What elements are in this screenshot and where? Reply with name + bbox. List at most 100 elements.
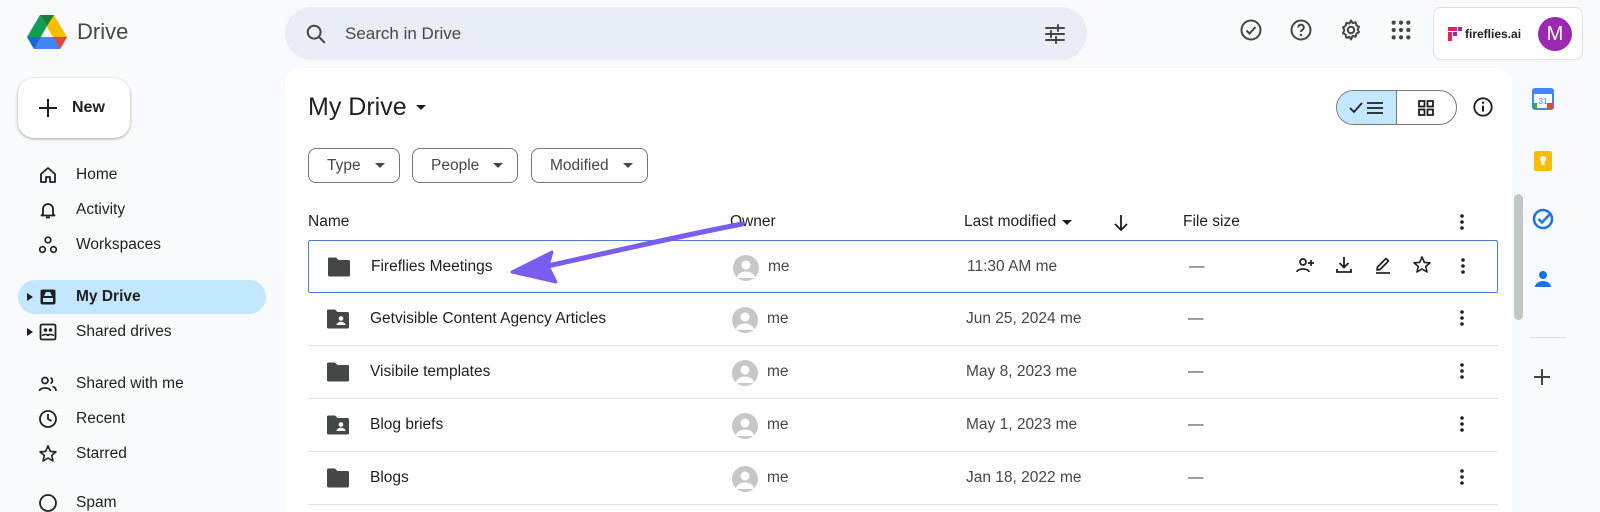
chevron-down-icon: [622, 163, 633, 168]
search-bar[interactable]: [285, 7, 1087, 60]
column-name[interactable]: Name: [308, 213, 349, 231]
sidebar-item-workspaces[interactable]: Workspaces: [18, 228, 266, 262]
sidebar-item-label: Activity: [76, 201, 126, 218]
sidebar-item-label: Home: [76, 166, 118, 183]
new-button-label: New: [72, 99, 105, 116]
filter-label: Type: [327, 156, 361, 174]
keep-icon[interactable]: [1532, 150, 1554, 172]
grid-icon: [1418, 99, 1435, 116]
file-size: —: [1189, 258, 1205, 275]
sidebar-item-my-drive[interactable]: My Drive: [18, 280, 266, 314]
table-row[interactable]: Fireflies Meetings me 11:30 AM me —: [308, 240, 1498, 293]
filter-label: Modified: [550, 156, 609, 174]
more-vert-icon[interactable]: [1452, 361, 1472, 381]
sidebar-item-starred[interactable]: Starred: [18, 437, 266, 471]
last-modified: Jun 25, 2024 me: [966, 310, 1082, 327]
search-input[interactable]: [345, 23, 1043, 44]
page-title-text: My Drive: [308, 93, 407, 121]
owner-name: me: [767, 469, 789, 486]
more-vert-icon[interactable]: [1453, 256, 1473, 276]
app-name: Drive: [77, 19, 129, 44]
column-last-modified[interactable]: Last modified: [964, 213, 1073, 231]
my-drive-icon: [40, 289, 56, 305]
check-icon: [1349, 101, 1363, 113]
last-modified: Jan 18, 2022 me: [966, 469, 1082, 486]
sidebar-item-spam[interactable]: Spam: [18, 486, 266, 512]
new-button[interactable]: New: [18, 78, 130, 138]
view-toggle: [1336, 90, 1457, 125]
sidebar-item-shared-with-me[interactable]: Shared with me: [18, 367, 266, 401]
settings-icon[interactable]: [1338, 17, 1364, 43]
svg-text:31: 31: [1539, 97, 1548, 106]
search-icon[interactable]: [305, 23, 327, 45]
file-name: Blog briefs: [370, 416, 444, 433]
more-vert-icon[interactable]: [1452, 212, 1472, 232]
filter-type[interactable]: Type: [308, 148, 400, 183]
last-modified: May 1, 2023 me: [966, 416, 1078, 433]
account-switcher[interactable]: fireflies.ai M: [1433, 7, 1583, 60]
home-icon: [40, 167, 56, 183]
caret-right-icon[interactable]: [27, 293, 33, 301]
file-name: Blogs: [370, 469, 409, 486]
contacts-icon[interactable]: [1532, 268, 1554, 290]
star-icon[interactable]: [1412, 255, 1432, 275]
apps-grid-icon[interactable]: [1388, 17, 1414, 43]
table-row[interactable]: Visibile templates me May 8, 2023 me —: [308, 346, 1498, 399]
share-icon[interactable]: [1295, 255, 1315, 275]
shared-folder-icon: [327, 309, 349, 329]
owner-avatar: [732, 413, 758, 439]
search-options-icon[interactable]: [1043, 22, 1067, 46]
page-title[interactable]: My Drive: [308, 93, 427, 122]
list-view-button[interactable]: [1337, 91, 1397, 124]
tasks-icon[interactable]: [1532, 208, 1554, 230]
drive-logo[interactable]: Drive: [27, 14, 128, 50]
grid-view-button[interactable]: [1397, 91, 1457, 124]
bell-icon: [40, 203, 56, 219]
chevron-down-icon: [1062, 219, 1073, 225]
sidebar-item-home[interactable]: Home: [18, 158, 266, 192]
filter-people[interactable]: People: [412, 148, 519, 183]
folder-icon: [327, 362, 349, 382]
fireflies-logo-icon: [1448, 26, 1462, 41]
owner-avatar: [733, 255, 759, 281]
more-vert-icon[interactable]: [1452, 414, 1472, 434]
file-name: Visibile templates: [370, 363, 491, 380]
calendar-icon[interactable]: 31: [1532, 88, 1554, 110]
table-row[interactable]: Blogs me Jan 18, 2022 me —: [308, 452, 1498, 505]
download-icon[interactable]: [1334, 255, 1354, 275]
caret-right-icon[interactable]: [27, 328, 33, 336]
sidebar-item-shared-drives[interactable]: Shared drives: [18, 315, 266, 349]
more-vert-icon[interactable]: [1452, 467, 1472, 487]
workspaces-icon: [38, 236, 58, 254]
sidebar-item-label: Starred: [76, 445, 127, 462]
offline-ready-icon[interactable]: [1238, 17, 1264, 43]
filter-modified[interactable]: Modified: [531, 148, 648, 183]
add-icon[interactable]: [1532, 367, 1552, 387]
column-owner[interactable]: Owner: [730, 213, 776, 231]
star-icon: [39, 445, 57, 462]
last-modified: 11:30 AM me: [967, 258, 1058, 275]
sidebar-item-recent[interactable]: Recent: [18, 402, 266, 436]
table-row[interactable]: Blog briefs me May 1, 2023 me —: [308, 399, 1498, 452]
info-icon[interactable]: [1472, 96, 1494, 118]
table-row[interactable]: Getvisible Content Agency Articles me Ju…: [308, 293, 1498, 346]
row-actions: [1295, 255, 1432, 275]
last-modified: May 8, 2023 me: [966, 363, 1078, 380]
owner-name: me: [767, 310, 789, 327]
list-icon: [1367, 101, 1384, 114]
table-header: Name Owner Last modified File size: [308, 208, 1498, 240]
file-name: Fireflies Meetings: [371, 258, 493, 275]
owner-avatar: [732, 307, 758, 333]
scrollbar-thumb[interactable]: [1514, 194, 1523, 320]
column-file-size[interactable]: File size: [1183, 213, 1240, 231]
file-size: —: [1188, 469, 1204, 486]
rename-icon[interactable]: [1373, 255, 1393, 275]
more-vert-icon[interactable]: [1452, 308, 1472, 328]
avatar[interactable]: M: [1538, 17, 1572, 51]
spam-icon: [39, 494, 57, 512]
sidebar-item-label: Workspaces: [76, 236, 161, 253]
help-icon[interactable]: [1288, 17, 1314, 43]
sidebar-item-activity[interactable]: Activity: [18, 193, 266, 227]
sidebar-item-label: Shared drives: [76, 323, 172, 340]
sort-direction-icon[interactable]: [1113, 214, 1129, 232]
